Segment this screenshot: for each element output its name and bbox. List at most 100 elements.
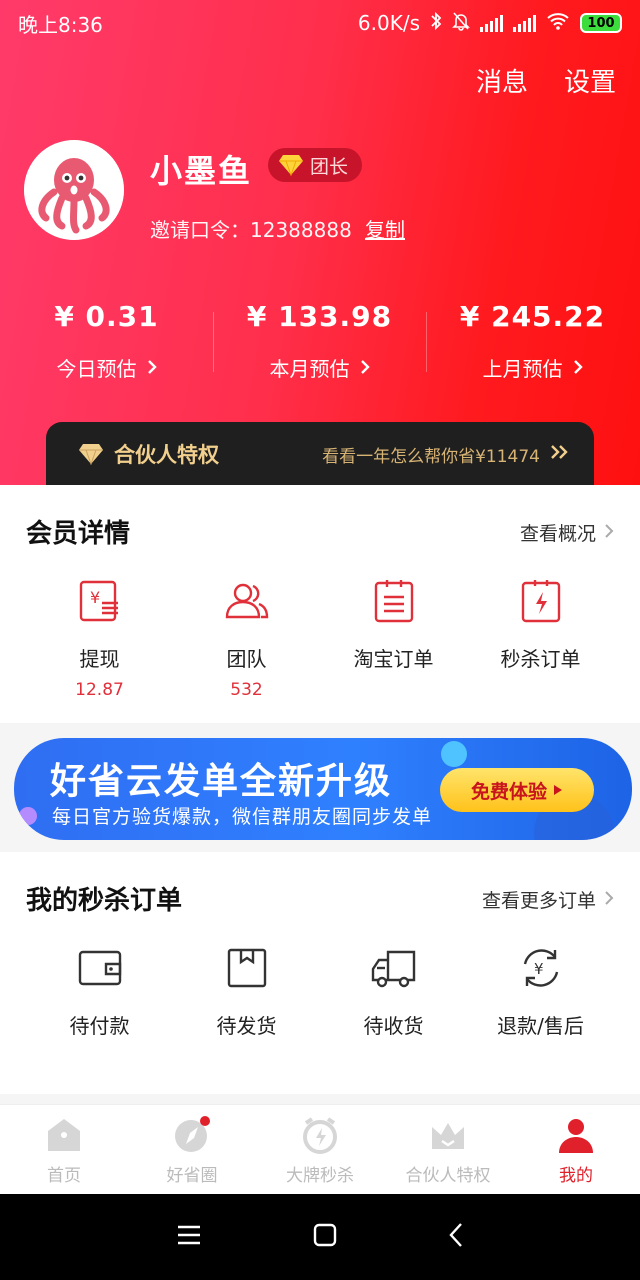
bottom-tab-bar: 首页 好省圈 大牌秒杀 合伙人特权 我的 [0,1104,640,1194]
svg-text:¥: ¥ [90,588,100,607]
view-overview-label: 查看概况 [519,523,596,545]
promo-banner[interactable]: 好省云发单全新升级 每日官方验货爆款，微信群朋友圈同步发单 免费体验 [14,738,632,840]
pending-receipt-entry[interactable]: 待收货 [320,944,467,1039]
role-badge-label: 团长 [310,155,349,178]
member-title: 会员详情 [26,519,131,549]
system-navigation-bar [0,1194,640,1280]
tab-label: 我的 [559,1166,593,1186]
mute-icon [452,11,470,36]
avatar[interactable] [24,140,124,240]
tab-label: 首页 [47,1166,81,1186]
signal-icon [513,14,536,32]
refund-entry[interactable]: ¥ 退款/售后 [467,944,614,1039]
double-chevron-right-icon [550,444,570,465]
partner-promo: 看看一年怎么帮你省¥11474 [322,446,540,467]
refund-label: 退款/售后 [497,1014,584,1038]
status-bar: 晚上8:36 6.0K/s 100 [0,0,640,46]
flash-order-label: 秒杀订单 [500,647,581,671]
battery-icon: 100 [580,13,622,33]
status-time: 晚上8:36 [18,12,103,37]
copy-button[interactable]: 复制 [365,214,405,243]
refund-icon: ¥ [523,949,558,987]
partner-privilege-bar[interactable]: 合伙人特权 看看一年怎么帮你省¥11474 [46,422,594,486]
diamond-icon [279,155,303,176]
truck-icon [371,950,415,988]
earning-value: ¥ 133.98 [246,300,393,333]
menu-icon[interactable] [176,1224,202,1250]
tab-mine[interactable]: 我的 [512,1105,640,1194]
flash-orders-card: 我的秒杀订单 查看更多订单 待付款 待发货 待收货 ¥ 退款/售后 [0,852,640,1094]
earning-last-month[interactable]: ¥ 245.22 上月预估 [426,300,639,382]
team-icon [225,583,268,619]
signal-icon [480,14,503,32]
pending-shipment-label: 待发货 [216,1014,277,1038]
tab-home[interactable]: 首页 [0,1105,128,1194]
tab-label: 合伙人特权 [405,1166,491,1186]
free-trial-button[interactable]: 免费体验 [440,768,594,812]
earning-value: ¥ 0.31 [54,300,159,333]
user-icon [559,1119,593,1153]
orders-title: 我的秒杀订单 [26,886,183,916]
tab-label: 大牌秒杀 [286,1166,354,1186]
chevron-right-icon [604,889,614,911]
partner-title: 合伙人特权 [114,443,219,467]
circle-icon [175,1116,210,1152]
svg-text:¥: ¥ [534,960,544,978]
chevron-right-icon [360,356,370,380]
nickname: 小墨鱼 [150,152,253,190]
withdraw-icon: ¥ [79,580,118,622]
tab-label: 好省圈 [166,1166,218,1186]
home-icon [48,1119,80,1151]
flash-order-entry[interactable]: 秒杀订单 [467,577,614,700]
crown-icon [432,1123,464,1149]
network-speed: 6.0K/s [357,11,420,35]
earning-label: 今日预估 [56,357,137,381]
banner-subtitle: 每日官方验货爆款，微信群朋友圈同步发单 [52,806,433,828]
view-more-orders-label: 查看更多订单 [481,890,596,912]
wifi-icon [546,11,570,35]
team-label: 团队 [226,647,267,671]
withdraw-entry[interactable]: ¥ 提现 12.87 [26,577,173,700]
view-overview-link[interactable]: 查看概况 [520,519,614,546]
settings-button[interactable]: 设置 [564,62,616,99]
chevron-right-icon [573,356,583,380]
messages-button[interactable]: 消息 [476,62,528,99]
banner-title: 好省云发单全新升级 [50,761,393,802]
earning-today[interactable]: ¥ 0.31 今日预估 [0,300,213,382]
taobao-order-label: 淘宝订单 [353,647,434,671]
home-square-icon[interactable] [313,1223,337,1251]
withdraw-label: 提现 [79,647,120,671]
pending-receipt-label: 待收货 [363,1014,424,1038]
earning-month[interactable]: ¥ 133.98 本月预估 [213,300,426,382]
team-entry[interactable]: 团队 532 [173,577,320,700]
bluetooth-icon [430,11,442,36]
withdraw-amount: 12.87 [75,680,124,700]
chevron-right-icon [604,522,614,544]
invite-code: 邀请口令：12388888 [150,218,352,242]
back-icon[interactable] [448,1222,464,1252]
tab-haosheng-circle[interactable]: 好省圈 [128,1105,256,1194]
flash-sale-icon [303,1117,337,1154]
taobao-order-entry[interactable]: 淘宝订单 [320,577,467,700]
octopus-icon [24,140,124,240]
flash-order-icon [521,580,560,623]
play-icon [553,779,563,801]
chevron-right-icon [147,356,157,380]
earning-label: 本月预估 [269,357,350,381]
member-details-card: 会员详情 查看概况 ¥ 提现 12.87 团队 532 淘宝订单 秒杀订单 [0,485,640,723]
pending-payment-entry[interactable]: 待付款 [26,944,173,1039]
box-icon [227,948,266,988]
earning-value: ¥ 245.22 [459,300,606,333]
diamond-icon [79,444,103,465]
profile-header: 晚上8:36 6.0K/s 100 消息 设置 小墨鱼 团长 邀请口令：1238… [0,0,640,486]
earning-label: 上月预估 [482,357,563,381]
view-more-orders-link[interactable]: 查看更多订单 [482,886,614,913]
role-badge: 团长 [268,148,363,182]
taobao-order-icon [374,580,413,623]
tab-brand-flash-sale[interactable]: 大牌秒杀 [256,1105,384,1194]
free-trial-label: 免费体验 [470,780,547,803]
pending-shipment-entry[interactable]: 待发货 [173,944,320,1039]
team-count: 532 [230,680,263,700]
tab-partner-privilege[interactable]: 合伙人特权 [384,1105,512,1194]
pending-payment-label: 待付款 [69,1014,130,1038]
